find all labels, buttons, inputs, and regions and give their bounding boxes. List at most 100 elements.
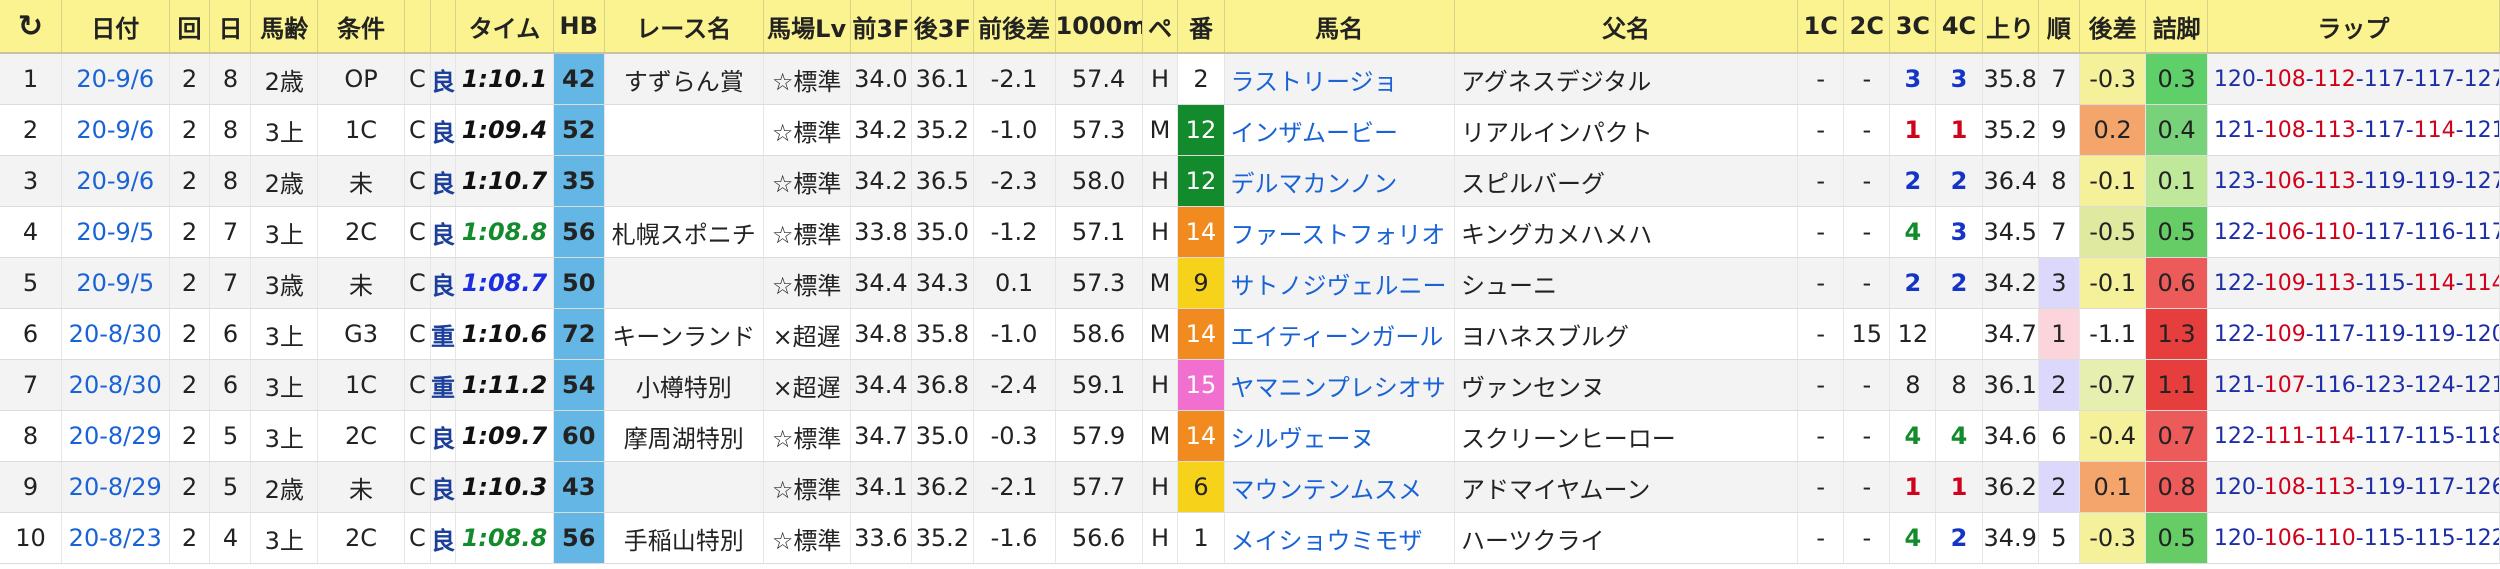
corner2-cell: -	[1843, 257, 1891, 309]
lap-cell: 123-106-113-119-119-127	[2207, 155, 2500, 207]
horse-name-link[interactable]: デルマカンノン	[1224, 155, 1455, 207]
track-cell: C	[404, 257, 431, 309]
date-link[interactable]: 20-9/6	[61, 53, 170, 105]
time-cell: 1:08.8	[455, 206, 554, 258]
tsumeashi-cell: 0.1	[2145, 155, 2208, 207]
baba-cell: 良	[430, 512, 457, 564]
col-age[interactable]: 馬齢	[250, 0, 319, 54]
lap-value: 122	[2213, 270, 2256, 296]
horse-name-link[interactable]: マウンテンムスメ	[1224, 461, 1455, 513]
col-day[interactable]: 日	[209, 0, 252, 54]
horse-name-link[interactable]: ファーストフォリオ	[1224, 206, 1455, 258]
horse-name-link[interactable]: シルヴェーヌ	[1224, 410, 1455, 462]
col-track	[404, 0, 431, 54]
corner4-cell: 1	[1935, 104, 1983, 156]
date-link[interactable]: 20-8/23	[61, 512, 170, 564]
col-gap[interactable]: 後差	[2079, 0, 2147, 54]
col-rank[interactable]: 順	[2038, 0, 2080, 54]
pace-cell: H	[1142, 155, 1179, 207]
col-date[interactable]: 日付	[61, 0, 170, 54]
lap-value: 119	[2363, 168, 2406, 194]
pace-cell: H	[1142, 359, 1179, 411]
col-horse[interactable]: 馬名	[1224, 0, 1455, 54]
gap-cell: -0.3	[2079, 53, 2147, 105]
horse-name-link[interactable]: ラストリージョ	[1224, 53, 1455, 105]
col-l3[interactable]: 後3F	[911, 0, 974, 54]
lap-value: 108	[2263, 66, 2306, 92]
col-up[interactable]: 上り	[1982, 0, 2039, 54]
horse-name-link[interactable]: メイショウミモザ	[1224, 512, 1455, 564]
track-cell: C	[404, 512, 431, 564]
col-sire[interactable]: 父名	[1454, 0, 1799, 54]
up-cell: 34.7	[1982, 308, 2039, 360]
lap-value: 112	[2313, 66, 2356, 92]
lap-value: 117	[2363, 219, 2406, 245]
lap-value: 121	[2213, 117, 2256, 143]
horse-name-link[interactable]: ヤマニンプレシオサ	[1224, 359, 1455, 411]
f3-cell: 34.0	[850, 53, 913, 105]
horse-name-link[interactable]: インザムービー	[1224, 104, 1455, 156]
lap-value: 122	[2213, 321, 2256, 347]
col-lap[interactable]: ラップ	[2207, 0, 2500, 54]
race-name	[604, 461, 764, 513]
col-3c[interactable]: 3C	[1889, 0, 1937, 54]
tsumeashi-cell: 0.4	[2145, 104, 2208, 156]
col-hb[interactable]: HB	[553, 0, 605, 54]
col-num[interactable]: 番	[1177, 0, 1225, 54]
lap-value: 121	[2463, 117, 2499, 143]
col-level[interactable]: 馬場Lv	[763, 0, 851, 54]
col-race[interactable]: レース名	[604, 0, 764, 54]
lap-value: 119	[2413, 168, 2456, 194]
corner4-cell	[1935, 308, 1983, 360]
table-row: 2 20-9/6 2 8 3上 1C C 良 1:09.4 52 ☆標準 34.…	[0, 104, 2500, 156]
baba-cell: 重	[430, 308, 457, 360]
cond-cell: OP	[317, 53, 406, 105]
date-link[interactable]: 20-8/30	[61, 308, 170, 360]
lap-value: 114	[2413, 270, 2456, 296]
date-link[interactable]: 20-8/30	[61, 359, 170, 411]
cond-cell: 2C	[317, 410, 406, 462]
date-link[interactable]: 20-9/6	[61, 104, 170, 156]
col-diff[interactable]: 前後差	[973, 0, 1056, 54]
col-kai[interactable]: 回	[169, 0, 211, 54]
col-time[interactable]: タイム	[455, 0, 554, 54]
col-pace[interactable]: ペ	[1142, 0, 1179, 54]
reload-icon[interactable]: ↻	[0, 0, 62, 54]
col-cond[interactable]: 条件	[317, 0, 406, 54]
level-cell: ×超遅	[763, 308, 851, 360]
col-1000m[interactable]: 1000m	[1055, 0, 1143, 54]
date-link[interactable]: 20-8/29	[61, 461, 170, 513]
date-link[interactable]: 20-8/29	[61, 410, 170, 462]
date-link[interactable]: 20-9/5	[61, 206, 170, 258]
col-f3[interactable]: 前3F	[850, 0, 913, 54]
corner3-cell: 1	[1889, 104, 1937, 156]
lap-value: 115	[2413, 423, 2456, 449]
col-4c[interactable]: 4C	[1935, 0, 1983, 54]
level-cell: ☆標準	[763, 461, 851, 513]
up-cell: 36.2	[1982, 461, 2039, 513]
day-cell: 5	[209, 410, 252, 462]
date-link[interactable]: 20-9/5	[61, 257, 170, 309]
table-row: 7 20-8/30 2 6 3上 1C C 重 1:11.2 54 小樽特別 ×…	[0, 359, 2500, 411]
baba-cell: 良	[430, 104, 457, 156]
cond-cell: 2C	[317, 512, 406, 564]
corner3-cell: 4	[1889, 410, 1937, 462]
col-2c[interactable]: 2C	[1843, 0, 1891, 54]
age-cell: 3上	[250, 104, 319, 156]
horse-name-link[interactable]: エイティーンガール	[1224, 308, 1455, 360]
horse-name-link[interactable]: サトノジヴェルニー	[1224, 257, 1455, 309]
horse-number: 2	[1177, 53, 1225, 105]
day-cell: 6	[209, 359, 252, 411]
corner4-cell: 2	[1935, 155, 1983, 207]
l3-cell: 35.0	[911, 206, 974, 258]
age-cell: 2歳	[250, 155, 319, 207]
lap-value: 120	[2213, 474, 2256, 500]
col-tsumeashi[interactable]: 詰脚	[2145, 0, 2208, 54]
time-cell: 1:09.4	[455, 104, 554, 156]
track-cell: C	[404, 53, 431, 105]
corner3-cell: 2	[1889, 155, 1937, 207]
kai-cell: 2	[169, 308, 211, 360]
col-1c[interactable]: 1C	[1797, 0, 1845, 54]
date-link[interactable]: 20-9/6	[61, 155, 170, 207]
race-name: キーンランド	[604, 308, 764, 360]
